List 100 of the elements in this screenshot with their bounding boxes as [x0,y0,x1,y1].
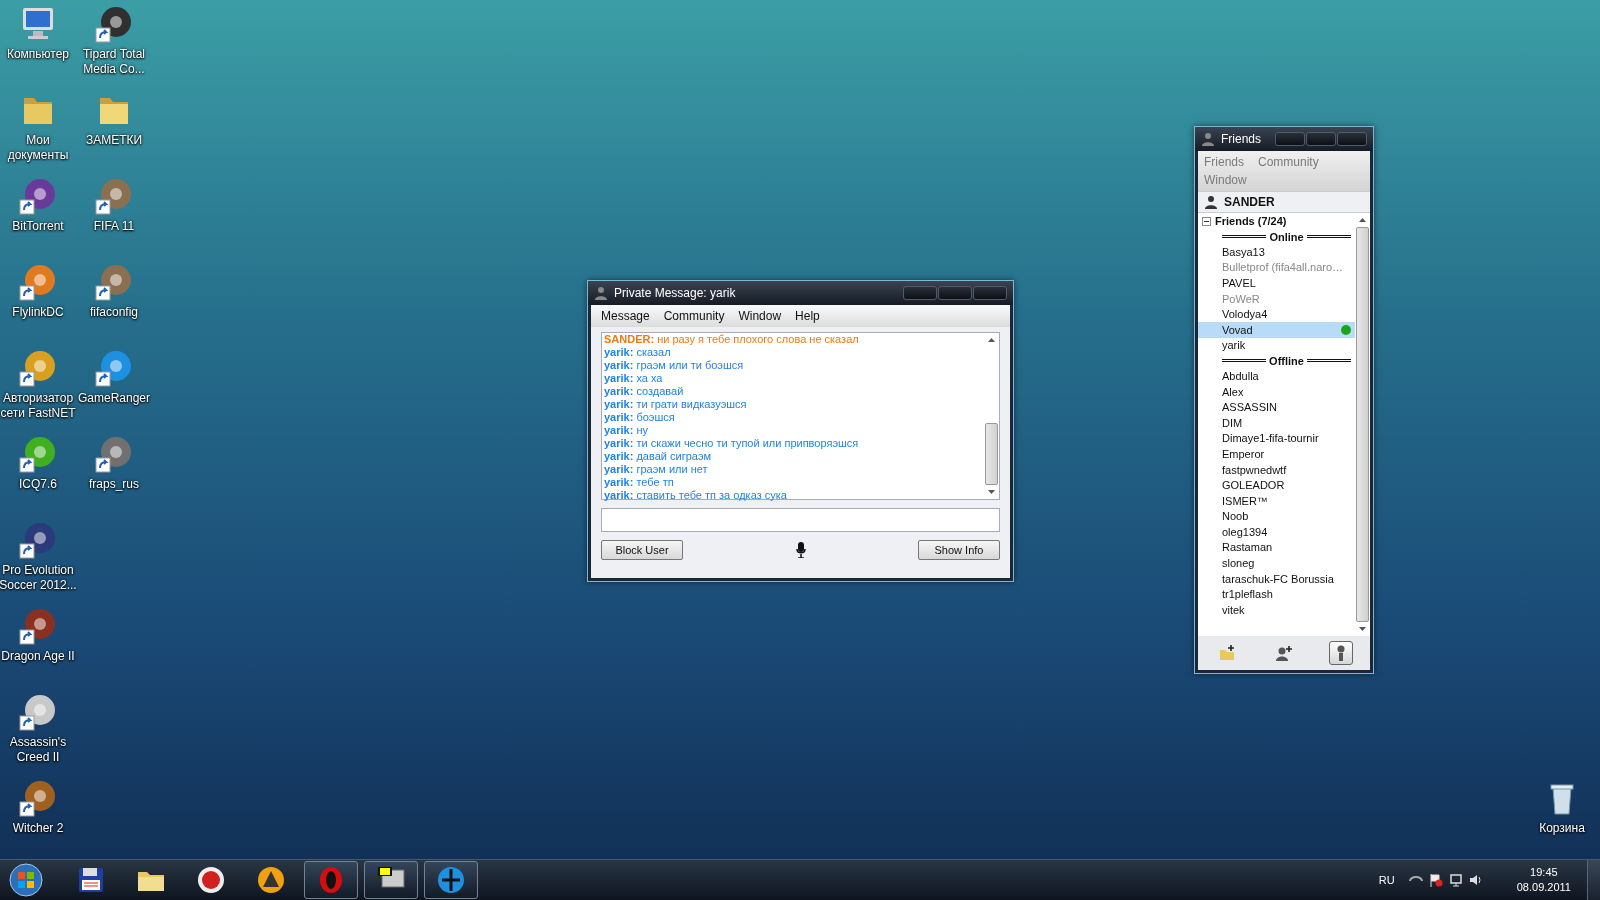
scroll-up-icon[interactable] [988,338,995,342]
friend-item[interactable]: Rastaman [1198,539,1355,556]
show-desktop-button[interactable] [1587,860,1600,900]
menu-item[interactable]: Community [663,309,725,323]
chat-message: yarik: давай сиграэм [604,450,713,463]
app-icon[interactable] [18,348,58,388]
speaker-icon[interactable] [1468,873,1483,887]
microphone-icon[interactable] [795,542,806,558]
menu-item[interactable]: Community [1258,155,1319,169]
user-icon [1204,195,1218,209]
friend-item[interactable]: Volodya4 [1198,306,1355,322]
chat-message: yarik: сказал [604,346,672,359]
friend-item[interactable]: Dimaye1-fifa-tournir [1198,430,1355,447]
friends-group-header[interactable]: Friends (7/24) [1198,213,1355,229]
menu-item[interactable]: Window [738,309,782,323]
add-folder-icon [1217,644,1236,662]
desktop-icon-label: Dragon Age II [0,649,76,664]
app-icon[interactable] [18,176,58,216]
desktop-icon-label: Witcher 2 [11,821,65,836]
app-icon[interactable] [18,434,58,474]
monitor-icon[interactable] [1448,873,1463,887]
app-icon[interactable] [18,606,58,646]
chat-message: yarik: ха ха [604,372,664,385]
chat-message: yarik: ти скажи чесно ти тупой или припворяэшся [604,437,860,450]
add-user-icon [1275,644,1293,662]
chat-message: yarik: создавай [604,385,685,398]
chat-message: yarik: граэм или ти боэшся [604,359,745,372]
flag-icon[interactable] [1428,873,1443,887]
start-button[interactable] [8,862,44,898]
friend-item[interactable]: fastpwnedwtf [1198,461,1355,478]
group-label: Friends (7/24) [1215,215,1287,227]
menu-item[interactable]: Message [601,309,650,323]
scroll-up-icon[interactable] [1359,218,1366,222]
desktop-icon-label: Компьютер [5,47,71,62]
friend-item[interactable]: PoWeR [1198,290,1355,307]
taskbar-button[interactable] [364,861,418,899]
clock[interactable]: 19:45 08.09.2011 [1516,865,1571,895]
desktop-icon-label: ЗАМЕТКИ [84,133,144,148]
friend-item[interactable]: oleg1394 [1198,524,1355,540]
friend-item[interactable]: sloneg [1198,555,1355,571]
desktop-icon-label: fifaconfig [89,305,139,320]
app-icon[interactable] [94,434,134,474]
time-text: 19:45 [1530,865,1558,880]
maximize-button[interactable] [938,286,972,300]
chat-message: yarik: граэм или нет [604,463,709,476]
friend-item[interactable]: vitek [1198,602,1355,618]
desktop-icon-label: GameRanger [76,391,151,406]
chat-message: yarik: ти грати видказуэшся [604,398,748,411]
desktop-icon-label: Assassin's Creed II [8,735,68,765]
friend-item[interactable]: Emperor [1198,446,1355,462]
scroll-down-icon[interactable] [1359,627,1366,631]
toolbar-button[interactable] [1329,641,1354,665]
desktop-icon-label: Мои документы [6,133,70,163]
minimize-button[interactable] [1275,132,1305,146]
show-info-button[interactable]: Show Info [918,540,1000,560]
maximize-button[interactable] [1306,132,1336,146]
friend-item[interactable]: taraschuk-FC Borussia [1198,570,1355,587]
desktop-icon-label: BitTorrent [11,219,65,234]
scroll-down-icon[interactable] [988,490,995,494]
desktop-icon-label: Pro Evolution Soccer 2012... [0,563,78,593]
collapse-icon[interactable] [1202,216,1211,226]
chat-message: SANDER: ни разу я тебе плохого слова не сказал [604,333,860,346]
app-icon[interactable] [18,520,58,560]
friend-item[interactable]: GOLEADOR [1198,477,1355,493]
friend-item[interactable]: Bulletprof (fifa4all.naro… [1198,259,1355,276]
user-icon [1201,132,1215,146]
friend-item[interactable]: ASSASSIN [1198,399,1355,415]
app-icon[interactable] [94,348,134,388]
chat-message: yarik: тебе тп [604,476,675,489]
friend-item[interactable]: PAVEL [1198,275,1355,291]
desktop-icon-label: FIFA 11 [92,219,136,234]
friend-item[interactable]: Basya13 [1198,244,1355,260]
desktop-icon-label: Авторизатор сети FastNET [0,391,77,421]
desktop-icon-label: ICQ7.6 [18,477,58,492]
friend-item[interactable]: yarik [1198,337,1355,354]
language-indicator[interactable]: RU [1378,874,1395,886]
close-button[interactable] [1337,132,1367,146]
app-icon[interactable] [18,778,58,818]
desktop-icon-label: Tipard Total Media Co... [81,47,146,77]
minimize-button[interactable] [903,286,937,300]
section-header: Online [1269,230,1304,243]
menu-item[interactable]: Help [795,309,820,323]
username: SANDER [1224,195,1275,209]
message-input[interactable] [601,508,1000,532]
chat-message: yarik: ставить тебе тп за одказ сука [604,489,788,502]
app-icon[interactable] [18,692,58,732]
friend-item[interactable]: tr1pleflash [1198,586,1355,603]
block-user-button[interactable]: Block User [601,540,683,560]
friend-item[interactable]: Alex [1198,383,1355,400]
desktop-icon-label: FlylinkDC [11,305,65,320]
user-icon [594,286,608,300]
close-button[interactable] [973,286,1007,300]
menu-item[interactable]: Friends [1204,155,1244,169]
friend-item[interactable]: Noob [1198,508,1355,525]
window-title: Friends [1221,132,1262,146]
app-icon[interactable] [94,4,134,44]
friend-item[interactable]: DIM [1198,414,1355,431]
friend-item[interactable]: Vovad [1198,321,1355,338]
friend-item[interactable]: Abdulla [1198,368,1355,384]
friend-item[interactable]: ISMER™ [1198,492,1355,509]
